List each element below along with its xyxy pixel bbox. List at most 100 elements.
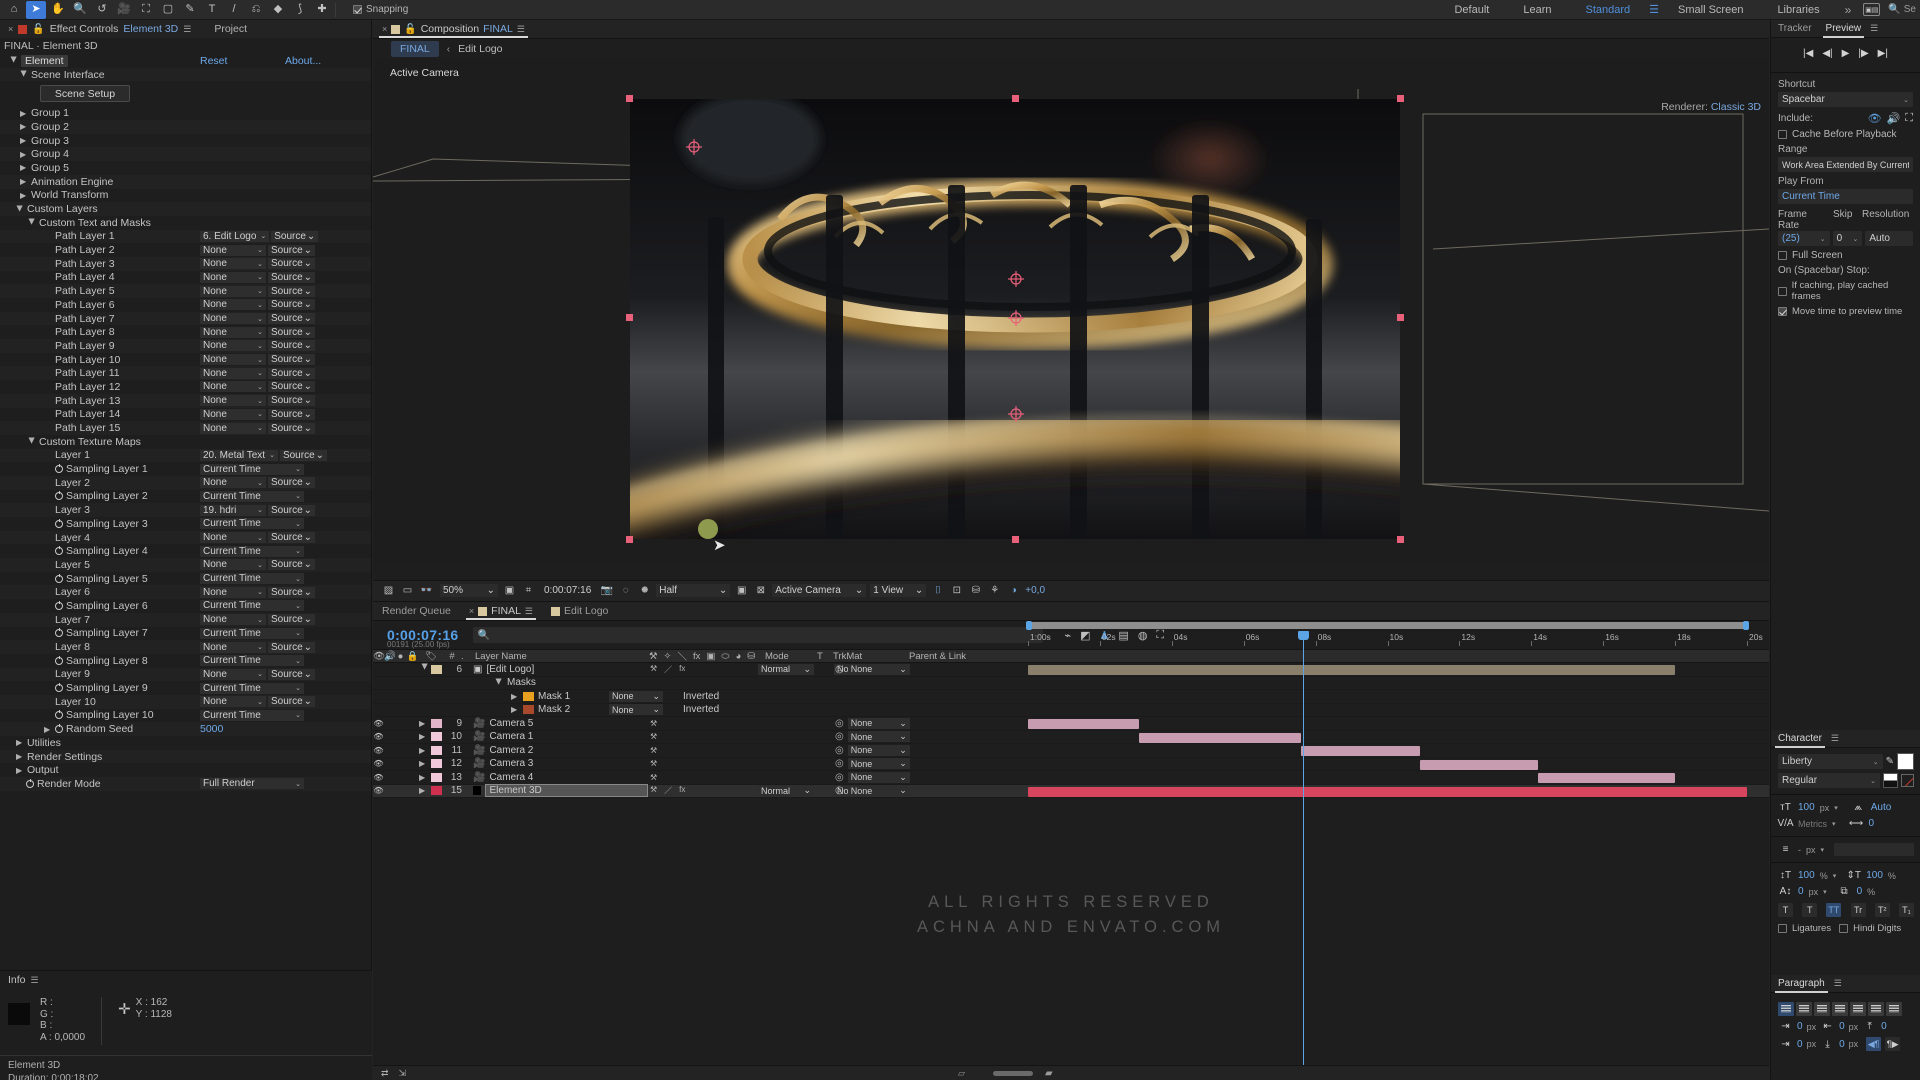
last-frame-icon[interactable]: ▶| (1878, 48, 1888, 59)
tool-palette[interactable]: ⌂ ➤ ✋ 🔍 ↺ 🎥 ⛶ ▢ ✎ T / ⎌ ◆ ⟆ ✚ (0, 0, 332, 19)
current-time-indicator[interactable] (1297, 631, 1309, 1080)
paragraph-align-buttons[interactable] (1778, 1002, 1914, 1016)
sampling-layer-7[interactable]: Sampling Layer 7 Current Time ⌄ (0, 627, 371, 641)
scene-interface[interactable]: ▶ Scene Interface (0, 67, 371, 82)
selection-tool[interactable]: ➤ (26, 0, 46, 19)
timeline-graph-area[interactable] (1028, 663, 1747, 823)
sampling-layer-7-dropdown[interactable]: Current Time ⌄ (200, 627, 304, 639)
texture-layer-4-dropdown[interactable]: None ⌄ (200, 532, 266, 544)
texture-layer-2-source[interactable]: Source ⌄ (268, 477, 315, 489)
path-layer-11-source[interactable]: Source ⌄ (268, 367, 315, 379)
tab-final-timeline[interactable]: × FINAL ☰ (460, 602, 542, 620)
layer-duration-bar[interactable] (1028, 665, 1676, 675)
chevron-right-icon[interactable]: ▶ (44, 725, 52, 734)
sampling-layer-2[interactable]: Sampling Layer 2 Current Time ⌄ (0, 490, 371, 504)
chevron-down-icon[interactable]: ▶ (16, 205, 25, 213)
path-layer-12[interactable]: Path Layer 12 None ⌄ Source ⌄ (0, 380, 371, 394)
move-time-checkbox[interactable] (1778, 307, 1787, 316)
texture-layer-3[interactable]: Layer 3 19. hdri ⌄ Source ⌄ (0, 503, 371, 517)
layer-name-cell[interactable]: ▶ Masks (435, 677, 536, 688)
chevron-down-icon[interactable]: ⌄ (257, 479, 263, 487)
sampling-layer-6-dropdown[interactable]: Current Time ⌄ (200, 600, 304, 612)
chevron-down-icon[interactable]: ⌄ (803, 785, 811, 796)
breadcrumb-final[interactable]: FINAL (391, 41, 439, 57)
region-of-interest-icon[interactable]: ▣ (502, 584, 517, 598)
path-layer-1[interactable]: Path Layer 1 6. Edit Logo ⌄ Source ⌄ (0, 229, 371, 244)
chevron-down-icon[interactable]: ⌄ (257, 643, 263, 651)
path-layer-12-dropdown[interactable]: None ⌄ (200, 381, 266, 393)
group-1[interactable]: ▶ Group 1 (0, 106, 371, 120)
path-layer-12-source[interactable]: Source ⌄ (268, 381, 315, 393)
sampling-layer-4-dropdown[interactable]: Current Time ⌄ (200, 545, 304, 557)
cache-before-playback-row[interactable]: Cache Before Playback (1778, 129, 1913, 140)
panel-menu-icon[interactable]: ☰ (1829, 733, 1839, 744)
custom-layers[interactable]: ▶ Custom Layers (0, 202, 371, 216)
chevron-down-icon[interactable]: ⌄ (295, 629, 301, 637)
mask-mode-dropdown[interactable]: None ⌄ (609, 690, 663, 702)
resolution-dropdown[interactable]: Half ⌄ (656, 584, 731, 597)
workspace-standard[interactable]: Standard (1568, 0, 1647, 20)
sampling-layer-2-dropdown[interactable]: Current Time ⌄ (200, 490, 304, 502)
timeline-zoom-slider[interactable] (993, 1070, 1033, 1076)
video-switch-icon[interactable]: 👁 (373, 746, 384, 755)
chevron-down-icon[interactable]: ⌄ (257, 287, 263, 295)
path-layer-2-source[interactable]: Source ⌄ (268, 244, 315, 256)
texture-layer-4-source[interactable]: Source ⌄ (268, 532, 315, 544)
quality-icon[interactable]: ／ (664, 664, 672, 675)
zoom-out-icon[interactable]: ▱ (958, 1068, 965, 1079)
play-cached-frames-checkbox[interactable] (1778, 286, 1787, 296)
align-justify-last-right-button[interactable] (1868, 1002, 1884, 1016)
layer-color-label[interactable] (431, 786, 442, 796)
layer-color-label[interactable] (431, 732, 442, 742)
chevron-down-icon[interactable]: ⌄ (295, 711, 301, 719)
group-4[interactable]: ▶ Group 4 (0, 147, 371, 162)
next-frame-icon[interactable]: |▶ (1858, 48, 1868, 59)
move-time-row[interactable]: Move time to preview time (1778, 306, 1913, 317)
tracking-value[interactable]: 0 (1869, 818, 1875, 829)
composition-stage[interactable]: Active Camera Renderer: Classic 3D ➤ (373, 59, 1769, 563)
texture-layer-1-dropdown[interactable]: 20. Metal Text ⌄ (200, 449, 278, 461)
shy-icon[interactable]: ⚒ (650, 785, 657, 796)
layer-color-label[interactable] (431, 718, 442, 728)
chevron-down-icon[interactable]: ⌄ (257, 369, 263, 377)
group-5[interactable]: ▶ Group 5 (0, 161, 371, 175)
chevron-right-icon[interactable]: ▶ (419, 719, 431, 728)
tail-group-2[interactable]: ▶ Render Settings (0, 749, 371, 764)
layer-name-cell[interactable]: 🎥 Camera 2 (468, 745, 648, 756)
texture-layer-2[interactable]: Layer 2 None ⌄ Source ⌄ (0, 475, 371, 490)
mask-mode-dropdown[interactable]: None ⌄ (609, 704, 663, 716)
path-layer-1-dropdown[interactable]: 6. Edit Logo ⌄ (200, 230, 270, 242)
camera-view-dropdown[interactable]: Active Camera ⌄ (772, 584, 867, 597)
chevron-right-icon[interactable]: ▶ (16, 766, 24, 775)
workspace-default[interactable]: Default (1437, 0, 1506, 20)
video-switch-icon[interactable]: 👁 (373, 719, 384, 728)
full-screen-row[interactable]: Full Screen (1778, 250, 1913, 261)
video-switch-icon[interactable]: 👁 (373, 773, 384, 782)
chevron-down-icon[interactable]: ⌄ (257, 315, 263, 323)
stroke-width-row[interactable]: ≡ - px ▾ (1778, 843, 1914, 856)
chevron-right-icon[interactable]: ▶ (16, 738, 24, 747)
shy-icon[interactable]: ⚒ (650, 664, 657, 675)
chevron-down-icon[interactable]: ⌄ (304, 669, 312, 680)
workspace-small-screen[interactable]: Small Screen (1661, 0, 1760, 20)
layer-switches[interactable]: ⚒ ／ fx (648, 664, 756, 675)
texture-layer-10-dropdown[interactable]: None ⌄ (200, 696, 266, 708)
path-layer-3[interactable]: Path Layer 3 None ⌄ Source ⌄ (0, 256, 371, 271)
selection-handle-tr[interactable] (1397, 95, 1404, 102)
stopwatch-icon[interactable] (55, 724, 63, 734)
mask-inverted-toggle[interactable]: Inverted (683, 691, 719, 702)
layer-name-cell[interactable]: 🎥 Camera 3 (468, 758, 648, 769)
texture-layer-6-source[interactable]: Source ⌄ (268, 586, 315, 598)
tab-edit-logo-timeline[interactable]: Edit Logo (542, 602, 617, 620)
tab-effect-controls[interactable]: Effect Controls (50, 23, 119, 35)
random-seed[interactable]: ▶ Random Seed 5000 (0, 722, 371, 736)
stopwatch-icon[interactable] (55, 655, 63, 665)
chevron-down-icon[interactable]: ⌄ (257, 273, 263, 281)
texture-layer-5-dropdown[interactable]: None ⌄ (200, 559, 266, 571)
chevron-down-icon[interactable]: ⌄ (257, 588, 263, 596)
preview-transport-controls[interactable]: |◀ ◀| ▶ |▶ ▶| (1778, 43, 1913, 66)
path-layer-5[interactable]: Path Layer 5 None ⌄ Source ⌄ (0, 284, 371, 298)
range-dropdown[interactable]: Work Area Extended By Current... (1778, 157, 1913, 172)
texture-layer-9[interactable]: Layer 9 None ⌄ Source ⌄ (0, 667, 371, 682)
chevron-down-icon[interactable]: ⌄ (304, 368, 312, 379)
